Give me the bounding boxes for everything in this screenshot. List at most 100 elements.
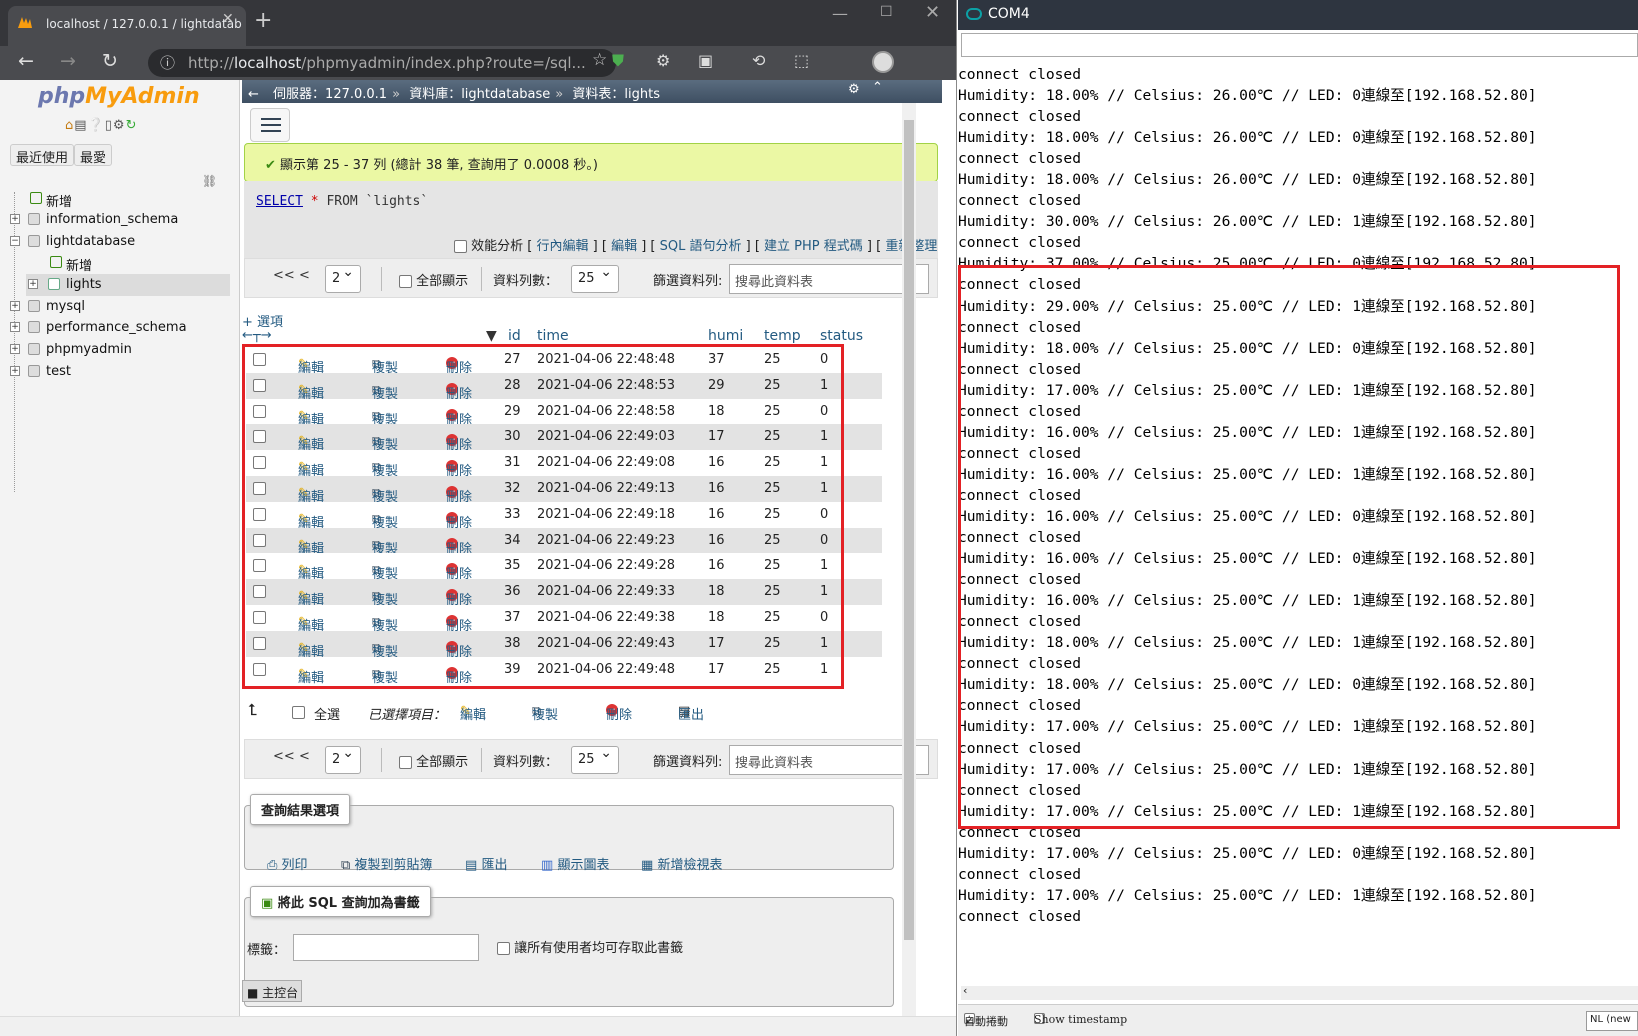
edit-query-link[interactable]: 編輯: [611, 239, 637, 254]
tree-item-7[interactable]: + phpmyadmin: [0, 339, 230, 361]
docs-icon[interactable]: ▯: [105, 118, 113, 133]
line-ending-select[interactable]: NL (new: [1586, 1011, 1638, 1031]
collapse-arrow-icon[interactable]: ←: [248, 87, 259, 102]
expand-toggle-icon[interactable]: +: [10, 322, 20, 332]
bottom-show-all-checkbox[interactable]: [399, 756, 412, 769]
copy-clipboard-link[interactable]: ⧉ 複製到剪貼簿: [341, 854, 432, 873]
column-header-temp[interactable]: temp: [764, 328, 801, 344]
bottom-page-select[interactable]: 2: [325, 745, 361, 774]
settings-gear-icon[interactable]: ⚙: [848, 82, 860, 97]
top-prev-page-button[interactable]: <: [299, 268, 310, 283]
select-all-label[interactable]: 全選: [314, 704, 340, 723]
expand-toggle-icon[interactable]: +: [10, 344, 20, 354]
tree-item-1[interactable]: + information_schema: [0, 209, 230, 231]
browser-tab[interactable]: localhost / 127.0.0.1 / lightdatab: [8, 6, 246, 46]
help-icon[interactable]: ❔: [88, 118, 105, 133]
collapse-up-icon[interactable]: ⌃: [872, 80, 883, 95]
home-icon[interactable]: ⌂: [65, 118, 74, 133]
breadcrumb-database[interactable]: 資料庫：lightdatabase: [409, 87, 550, 102]
export-link[interactable]: ▤ 匯出: [465, 854, 507, 873]
breadcrumb-table[interactable]: 資料表：lights: [572, 87, 660, 102]
expand-toggle-icon[interactable]: +: [10, 301, 20, 311]
top-rows-label: 資料列數：: [493, 274, 559, 289]
window-close-icon[interactable]: ✕: [925, 2, 940, 23]
expand-toggle-icon[interactable]: −: [10, 236, 20, 246]
tree-item-2[interactable]: − lightdatabase: [0, 231, 230, 253]
address-bar[interactable]: http://localhost/phpmyadmin/index.php?ro…: [148, 49, 616, 77]
console-tab[interactable]: ■ 主控台: [242, 980, 302, 1002]
bottom-prev-page-button[interactable]: <: [299, 749, 310, 764]
reload-nav-icon[interactable]: ↻: [126, 118, 138, 133]
top-show-all-checkbox[interactable]: [399, 275, 412, 288]
print-link[interactable]: ⎙ 列印: [267, 854, 308, 873]
breadcrumb-server[interactable]: 伺服器：127.0.0.1: [273, 87, 387, 102]
serial-send-input[interactable]: [961, 33, 1638, 57]
column-header-id[interactable]: id: [508, 328, 521, 344]
top-show-all-option[interactable]: 全部顯示: [399, 270, 468, 289]
bookmark-label-input[interactable]: [293, 934, 479, 961]
navigation-bar: ← → ↻ http://localhost/phpmyadmin/index.…: [0, 46, 956, 80]
new-tab-button[interactable]: +: [254, 8, 272, 33]
column-header-time[interactable]: time: [537, 328, 569, 344]
hamburger-menu-button[interactable]: [250, 108, 290, 142]
tree-item-8[interactable]: + test: [0, 361, 230, 383]
create-php-code-link[interactable]: 建立 PHP 程式碼: [764, 239, 863, 254]
top-page-select[interactable]: 2: [325, 264, 361, 293]
sql-keyword-select[interactable]: SELECT: [256, 194, 303, 209]
column-arrows-icon[interactable]: ←┬→: [242, 328, 272, 343]
link-chain-icon[interactable]: ⛓: [202, 174, 217, 188]
expand-toggle-icon[interactable]: +: [10, 214, 20, 224]
window-minimize-icon[interactable]: —: [832, 4, 848, 23]
history-icon[interactable]: ⟲: [752, 51, 765, 70]
reload-icon[interactable]: ↻: [102, 50, 118, 72]
window-maximize-icon[interactable]: ☐: [880, 4, 893, 20]
expand-toggle-icon[interactable]: +: [10, 366, 20, 376]
shield-extension-icon[interactable]: ⛊: [612, 51, 624, 71]
logout-icon[interactable]: ▤: [74, 118, 87, 133]
bookmark-share-option[interactable]: 讓所有使用者均可存取此書籤: [497, 937, 683, 956]
settings-icon[interactable]: ⚙: [113, 118, 126, 133]
expand-toggle-icon[interactable]: +: [28, 279, 38, 289]
extension-icon[interactable]: ⚙: [656, 51, 670, 70]
site-info-icon[interactable]: ⓘ: [160, 52, 175, 73]
tree-item-0[interactable]: 新增: [0, 188, 230, 210]
horizontal-scrollbar[interactable]: [0, 1016, 956, 1036]
favorites-button[interactable]: 最愛: [74, 144, 113, 166]
bookmark-legend-text: 將此 SQL 查詢加為書籤: [277, 896, 420, 911]
top-show-all-label: 全部顯示: [416, 274, 469, 289]
column-header-humi[interactable]: humi: [708, 328, 743, 344]
profiling-checkbox[interactable]: [454, 240, 467, 253]
inline-edit-link[interactable]: 行內編輯: [537, 239, 589, 254]
display-chart-link[interactable]: ▥ 顯示圖表: [541, 854, 609, 873]
share-checkbox[interactable]: [497, 942, 510, 955]
share-icon[interactable]: ⬚: [794, 51, 809, 70]
scroll-left-icon[interactable]: ‹: [963, 984, 967, 997]
profile-avatar[interactable]: [872, 51, 894, 73]
bottom-show-all-option[interactable]: 全部顯示: [399, 751, 468, 770]
bottom-first-page-button[interactable]: <<: [273, 749, 295, 764]
explain-sql-link[interactable]: SQL 語句分析: [660, 239, 742, 254]
bottom-rows-select[interactable]: 25: [571, 745, 619, 774]
sort-dropdown-icon[interactable]: ▼: [486, 328, 497, 344]
tree-item-3[interactable]: 新增: [0, 252, 230, 274]
bottom-filter-input[interactable]: 搜尋此資料表: [729, 745, 929, 775]
tree-item-label: information_schema: [46, 212, 179, 227]
phpmyadmin-logo[interactable]: phpMyAdmin: [38, 84, 200, 109]
top-rows-select[interactable]: 25: [571, 264, 619, 293]
collections-icon[interactable]: ▣: [698, 51, 713, 70]
column-header-status[interactable]: status: [820, 328, 863, 344]
tab-close-icon[interactable]: ✕: [222, 11, 234, 27]
vertical-scrollbar-thumb[interactable]: [904, 120, 914, 940]
serial-horizontal-scrollbar[interactable]: ‹: [961, 984, 1638, 1000]
tree-item-5[interactable]: + mysql: [0, 296, 230, 318]
recent-button[interactable]: 最近使用: [10, 144, 75, 166]
forward-arrow-icon[interactable]: →: [60, 50, 76, 72]
favorite-star-icon[interactable]: ☆: [592, 50, 607, 70]
tree-item-6[interactable]: + performance_schema: [0, 317, 230, 339]
select-all-checkbox[interactable]: [292, 706, 305, 719]
back-arrow-icon[interactable]: ←: [18, 50, 34, 72]
create-view-link[interactable]: ▦ 新增檢視表: [641, 854, 722, 873]
top-filter-input[interactable]: 搜尋此資料表: [729, 264, 929, 294]
top-first-page-button[interactable]: <<: [273, 268, 295, 283]
tree-item-4[interactable]: + lights: [26, 274, 230, 296]
